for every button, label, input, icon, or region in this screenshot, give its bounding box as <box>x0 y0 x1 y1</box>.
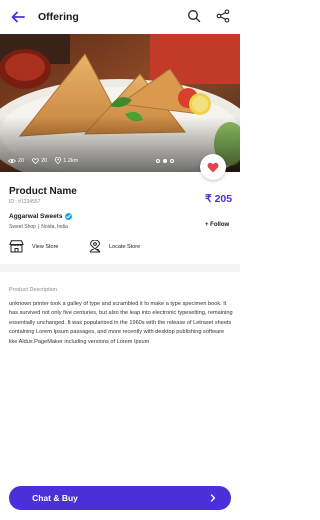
view-store-label: View Store <box>32 243 59 250</box>
app-bar: Offering <box>0 0 240 34</box>
views-stat: 20 <box>8 158 24 164</box>
likes-count: 20 <box>41 157 48 164</box>
shop-name[interactable]: Aggarwal Sweets <box>9 213 73 220</box>
chat-and-buy-label: Chat & Buy <box>32 493 78 503</box>
description-text: unknown printer took a galley of type an… <box>9 301 233 345</box>
product-image[interactable] <box>0 34 240 172</box>
chat-and-buy-button[interactable]: Chat & Buy <box>9 486 231 510</box>
heart-icon <box>207 162 219 172</box>
eye-icon <box>8 158 16 163</box>
search-icon[interactable] <box>187 9 201 23</box>
shop-name-label[interactable]: Aggarwal Sweets <box>9 213 62 220</box>
description-label: Product Description <box>9 287 57 293</box>
store-icon <box>9 240 24 253</box>
location-pin-icon <box>55 157 62 164</box>
page-title: Offering <box>38 11 79 23</box>
chevron-right-icon <box>210 494 216 502</box>
favorite-button[interactable] <box>200 154 226 180</box>
samosa-photo <box>0 34 240 172</box>
distance-stat: 1.2km <box>55 157 78 164</box>
view-store-button[interactable]: View Store <box>9 240 59 253</box>
product-id: ID : #1234557 <box>9 199 41 205</box>
carousel-dot[interactable] <box>170 159 174 163</box>
share-icon[interactable] <box>216 9 230 23</box>
follow-button[interactable]: + Follow <box>205 222 229 228</box>
product-price: ₹ 205 <box>205 193 233 205</box>
carousel-dot[interactable] <box>156 159 160 163</box>
locate-store-button[interactable]: Locate Store <box>89 240 140 253</box>
shop-type: Sweet Shop <box>9 224 36 230</box>
shop-meta: Sweet Shop | Noida, India <box>9 224 68 230</box>
likes-stat: 20 <box>32 158 47 164</box>
locate-store-label: Locate Store <box>109 243 141 250</box>
map-pin-icon <box>89 240 101 253</box>
verified-badge-icon <box>65 213 73 220</box>
views-count: 20 <box>18 157 25 164</box>
heart-outline-icon <box>32 157 40 164</box>
image-stats: 20 20 1.2km <box>8 157 78 164</box>
product-name: Product Name <box>9 186 77 197</box>
section-divider <box>0 264 240 272</box>
shop-location: Noida, India <box>41 224 68 230</box>
arrow-left-icon[interactable] <box>10 9 26 25</box>
carousel-indicator <box>156 159 174 163</box>
carousel-dot-active[interactable] <box>163 159 167 163</box>
meta-separator: | <box>37 224 40 230</box>
distance-value: 1.2km <box>63 157 79 164</box>
